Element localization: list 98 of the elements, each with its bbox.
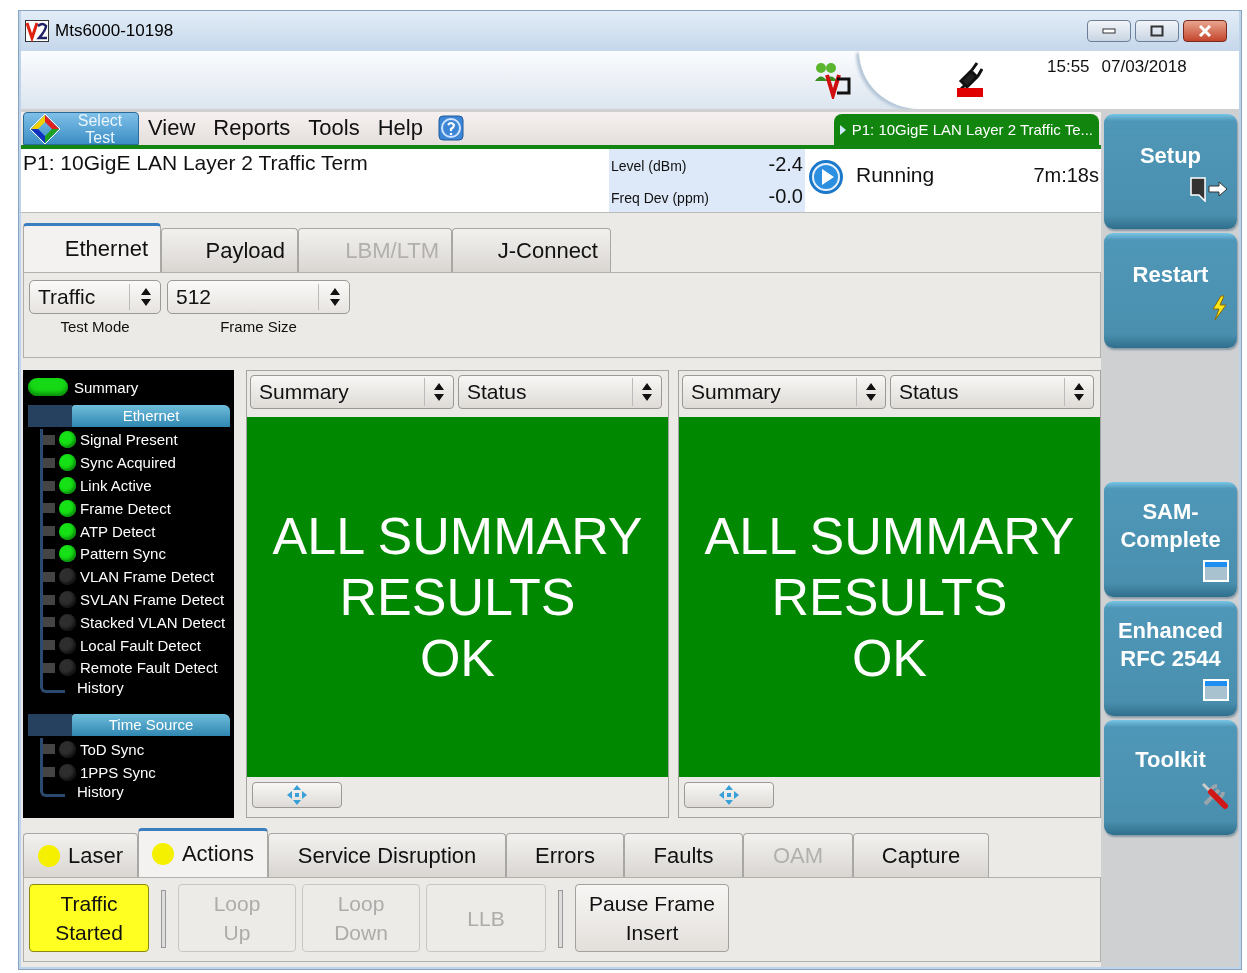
setup-tab[interactable]: Ethernet [23, 223, 161, 272]
group-header-block [28, 404, 72, 427]
results-tab[interactable]: Faults [624, 833, 743, 877]
up-down-caret-icon [329, 287, 341, 307]
tree-node-icon [43, 594, 55, 605]
window-icon [1203, 559, 1229, 582]
status-label: SVLAN Frame Detect [80, 591, 225, 608]
people-icon [813, 61, 853, 99]
close-icon [1198, 25, 1212, 37]
status-label: Stacked VLAN Detect [80, 613, 226, 631]
summary-message: ALL SUMMARY RESULTS OK [272, 505, 643, 689]
status-label: Remote Fault Detect [80, 659, 218, 677]
reading-value: -2.4 [768, 153, 803, 177]
tree-node-icon [43, 480, 55, 491]
action-button[interactable]: Traffic Started [29, 884, 149, 952]
status-label: ToD Sync [80, 740, 145, 758]
reading-label: Freq Dev (ppm) [611, 189, 710, 206]
view-selector[interactable]: Status [458, 375, 662, 409]
move-button[interactable] [252, 782, 342, 808]
tree-node-icon [43, 571, 55, 582]
menu-item[interactable]: Tools [299, 115, 369, 145]
status-label: ATP Detect [80, 522, 156, 540]
elapsed-time: 7m:18s [1033, 164, 1100, 187]
group-header: Ethernet [72, 404, 230, 427]
view-selector[interactable]: Summary [250, 375, 454, 409]
history-label[interactable]: History [77, 679, 124, 697]
lightning-icon [1209, 294, 1229, 321]
run-status: Running [856, 163, 935, 187]
up-down-caret-icon [865, 382, 877, 402]
tree-node-icon [43, 457, 55, 468]
summary-message: ALL SUMMARY RESULTS OK [704, 505, 1075, 689]
move-button[interactable] [684, 782, 774, 808]
diamond-logo-icon [28, 111, 62, 146]
tree-node-icon [43, 662, 55, 673]
dropdown-field[interactable]: Traffic [29, 280, 161, 314]
tree-node-icon [43, 767, 55, 778]
tree-node-icon [43, 617, 55, 628]
maximize-button[interactable] [1135, 20, 1179, 42]
status-label: Local Fault Detect [80, 636, 201, 654]
window-icon [1203, 678, 1229, 701]
results-tab[interactable]: Laser [23, 833, 138, 877]
action-button[interactable]: Pause Frame Insert [575, 884, 729, 952]
results-tab[interactable]: Service Disruption [268, 833, 506, 877]
up-down-caret-icon [641, 382, 653, 402]
tree-branch-line [40, 679, 65, 694]
triangle-icon [839, 124, 846, 135]
clock-time: 15:55 [1047, 57, 1090, 77]
status-label: 1PPS Sync [80, 763, 156, 781]
date: 07/03/2018 [1101, 57, 1187, 77]
tree-node-icon [43, 526, 55, 537]
group-header: Time Source [72, 713, 230, 736]
setup-tab[interactable]: J-Connect [452, 228, 611, 272]
status-label: VLAN Frame Detect [80, 568, 215, 586]
status-label: Pattern Sync [80, 545, 166, 563]
setup-tab[interactable]: Payload [161, 228, 298, 272]
reading-value: -0.0 [768, 184, 803, 208]
test-name: P1: 10GigE LAN Layer 2 Traffic Term [22, 150, 369, 176]
status-label: Signal Present [80, 431, 178, 449]
tree-node-icon [43, 434, 55, 445]
tree-node-icon [43, 640, 55, 651]
tree-branch-line [40, 783, 65, 798]
close-button[interactable] [1183, 20, 1227, 42]
move-icon [286, 784, 308, 806]
minimize-icon [1102, 28, 1116, 34]
tree-node-icon [43, 548, 55, 559]
field-label: Test Mode [60, 318, 130, 335]
reading-label: Level (dBm) [611, 158, 687, 175]
status-label: Frame Detect [80, 499, 171, 517]
up-down-caret-icon [1073, 382, 1085, 402]
window-title: Mts6000-10198 [55, 21, 174, 41]
group-header-block [28, 713, 72, 736]
results-tab[interactable]: Actions [138, 828, 268, 877]
results-tab[interactable]: Capture [853, 833, 989, 877]
history-label[interactable]: History [77, 783, 124, 801]
status-label: Link Active [80, 477, 152, 495]
menu-item[interactable]: Help [368, 115, 432, 145]
field-label: Frame Size [220, 318, 297, 335]
up-down-caret-icon [140, 287, 152, 307]
status-label: Summary [74, 378, 139, 396]
test-tab[interactable]: P1: 10GigE LAN Layer 2 Traffic Te... [833, 114, 1099, 145]
tree-node-icon [43, 503, 55, 514]
view-selector[interactable]: Status [890, 375, 1094, 409]
move-icon [718, 784, 740, 806]
menu-item[interactable]: View [139, 115, 205, 145]
minimize-button[interactable] [1087, 20, 1131, 42]
status-label: Sync Acquired [80, 454, 176, 472]
menu-item[interactable]: Reports [204, 115, 300, 145]
up-down-caret-icon [433, 382, 445, 402]
results-tab[interactable]: Errors [506, 833, 624, 877]
maximize-icon [1150, 25, 1164, 37]
tree-node-icon [43, 744, 55, 755]
dropdown-field[interactable]: 512 [167, 280, 350, 314]
play-icon [808, 159, 844, 195]
app-logo-icon [25, 20, 49, 42]
tree-line [40, 737, 43, 784]
view-selector[interactable]: Summary [682, 375, 886, 409]
help-icon[interactable] [437, 115, 464, 141]
page-arrow-icon [1189, 175, 1229, 202]
